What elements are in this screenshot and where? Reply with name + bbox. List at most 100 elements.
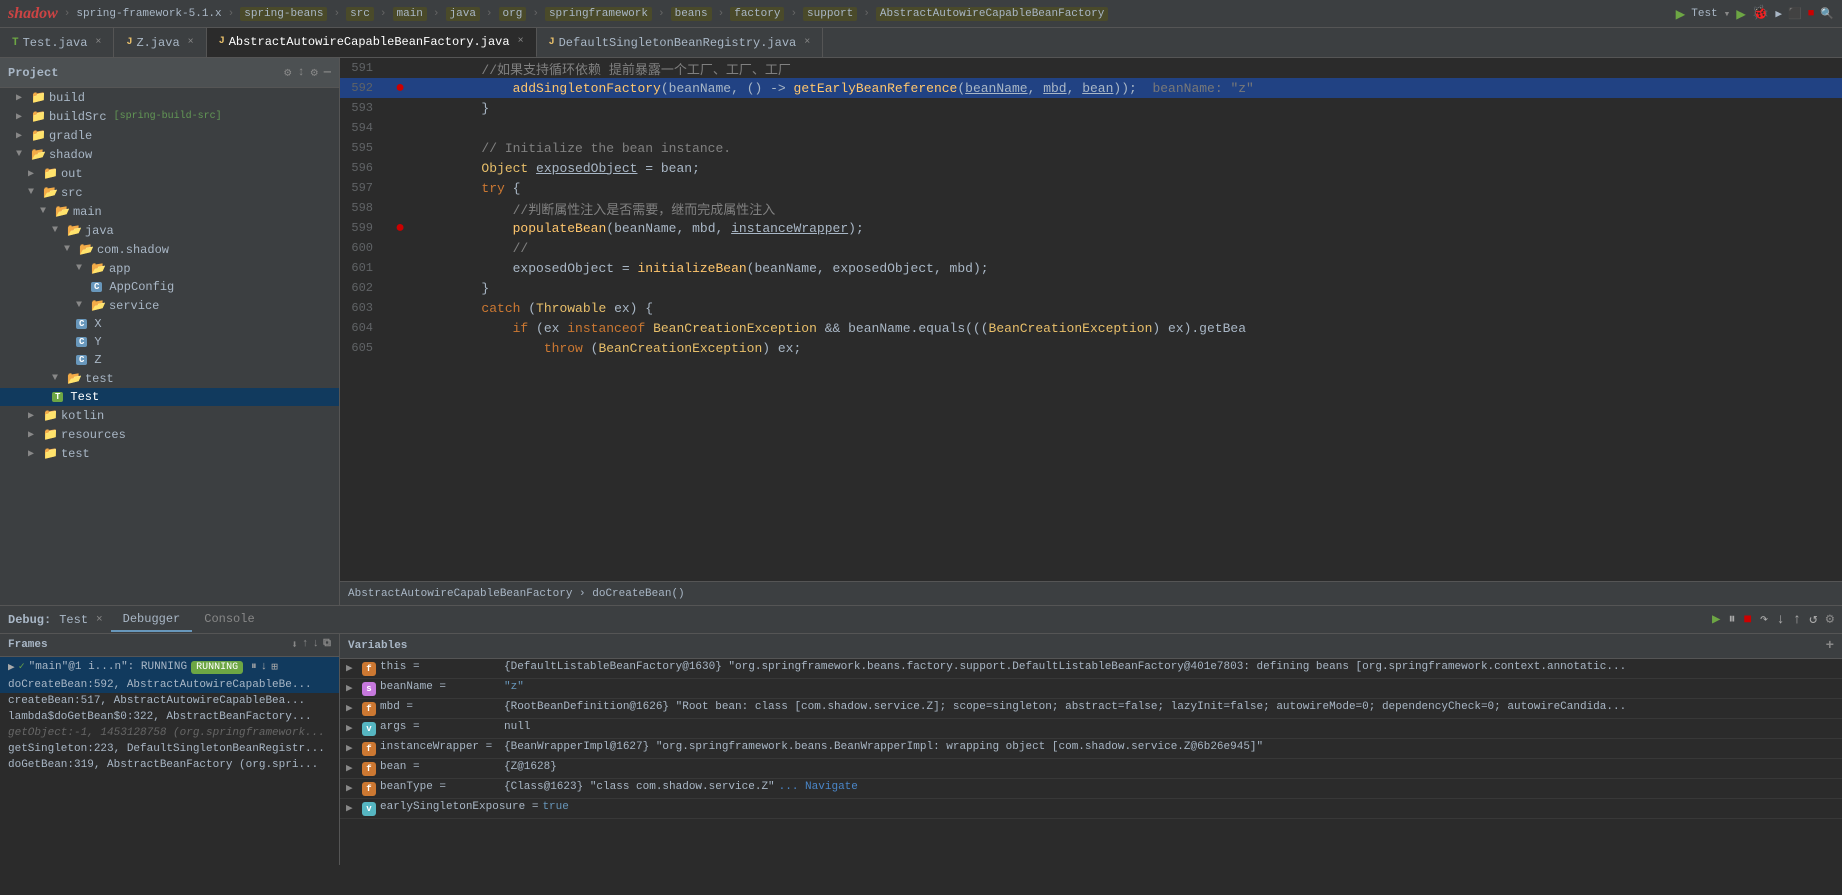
bc-java[interactable]: java <box>446 7 480 21</box>
sidebar-item-buildSrc[interactable]: ▶ 📁 buildSrc [spring-build-src] <box>0 107 339 126</box>
sidebar-item-Test[interactable]: T Test <box>0 388 339 406</box>
frame-item-3[interactable]: getObject:-1, 1453128758 (org.springfram… <box>0 725 339 741</box>
var-val-mbd: {RootBeanDefinition@1626} "Root bean: cl… <box>504 701 1836 713</box>
debug-resume-icon[interactable]: ▶ <box>1712 611 1720 628</box>
frame-item-2[interactable]: lambda$doGetBean$0:322, AbstractBeanFact… <box>0 709 339 725</box>
coverage-button[interactable]: ▶ <box>1775 7 1782 21</box>
tab-abstract-factory[interactable]: J AbstractAutowireCapableBeanFactory.jav… <box>207 28 537 58</box>
sidebar-item-com-shadow[interactable]: ▼ 📂 com.shadow <box>0 240 339 259</box>
bc-org[interactable]: org <box>499 7 527 21</box>
sidebar-item-src[interactable]: ▼ 📂 src <box>0 183 339 202</box>
expand-beanName[interactable]: ▶ <box>346 681 358 695</box>
debug-step-over-icon[interactable]: ↷ <box>1760 611 1768 628</box>
folder-icon-com-shadow: 📂 <box>79 242 94 257</box>
debug-session-name[interactable]: Test <box>59 613 88 627</box>
expand-beanType[interactable]: ▶ <box>346 781 358 795</box>
bc-src[interactable]: src <box>346 7 374 21</box>
tab-close-abstract[interactable]: × <box>518 36 524 47</box>
frame-item-1[interactable]: createBean:517, AbstractAutowireCapableB… <box>0 693 339 709</box>
expand-mbd[interactable]: ▶ <box>346 701 358 715</box>
debug-settings-icon[interactable]: ⚙ <box>1826 611 1834 628</box>
navigate-beanType[interactable]: ... Navigate <box>779 781 858 793</box>
bc-spring-beans[interactable]: spring-beans <box>240 7 327 21</box>
sidebar-item-shadow[interactable]: ▼ 📂 shadow <box>0 145 339 164</box>
sidebar-minimize-icon[interactable]: — <box>324 65 331 80</box>
tab-default-singleton[interactable]: J DefaultSingletonBeanRegistry.java × <box>537 28 824 58</box>
sidebar-item-service[interactable]: ▼ 📂 service <box>0 296 339 315</box>
debug-run-button[interactable]: ▶ <box>1736 4 1746 24</box>
sidebar-item-X[interactable]: C X <box>0 315 339 333</box>
line-content-600: // <box>415 241 1842 256</box>
sidebar-item-build[interactable]: ▶ 📁 build <box>0 88 339 107</box>
frames-down-icon[interactable]: ↓ <box>313 638 320 652</box>
sidebar-item-kotlin[interactable]: ▶ 📁 kotlin <box>0 406 339 425</box>
sidebar-item-gradle[interactable]: ▶ 📁 gradle <box>0 126 339 145</box>
tab-close-test[interactable]: × <box>95 37 101 48</box>
bc-springframework[interactable]: springframework <box>545 7 652 21</box>
debug-thread-main[interactable]: ▶ ✓ "main"@1 i...n": RUNNING RUNNING ⏸ ↓… <box>0 657 339 677</box>
sidebar-item-Z[interactable]: C Z <box>0 351 339 369</box>
folder-icon-build: 📁 <box>31 90 46 105</box>
arrow-gradle: ▶ <box>16 130 28 142</box>
debug-step-out-icon[interactable]: ↑ <box>1793 612 1801 628</box>
frame-item-0[interactable]: doCreateBean:592, AbstractAutowireCapabl… <box>0 677 339 693</box>
debug-tab-debugger[interactable]: Debugger <box>111 608 193 632</box>
profile-button[interactable]: ⬛ <box>1788 7 1802 21</box>
code-line-597: 597 try { <box>340 178 1842 198</box>
tab-z-java[interactable]: J Z.java × <box>114 28 206 58</box>
bc-class[interactable]: AbstractAutowireCapableBeanFactory <box>876 7 1108 21</box>
debug-rerun-icon[interactable]: ↺ <box>1809 611 1817 628</box>
run-button[interactable]: ▶ <box>1676 4 1686 24</box>
bc-support[interactable]: support <box>803 7 857 21</box>
expand-this[interactable]: ▶ <box>346 661 358 675</box>
frame-item-5[interactable]: doGetBean:319, AbstractBeanFactory (org.… <box>0 757 339 773</box>
debug-title-label: Debug: <box>8 613 51 627</box>
expand-bean[interactable]: ▶ <box>346 761 358 775</box>
sidebar-item-Y[interactable]: C Y <box>0 333 339 351</box>
sidebar-item-test2[interactable]: ▶ 📁 test <box>0 444 339 463</box>
expand-instanceWrapper[interactable]: ▶ <box>346 741 358 755</box>
debug-pause-icon[interactable]: ⏸ <box>1728 612 1735 628</box>
bc-project[interactable]: spring-framework-5.1.x <box>76 8 221 20</box>
tab-close-singleton[interactable]: × <box>804 37 810 48</box>
expand-earlySingletonExposure[interactable]: ▶ <box>346 801 358 815</box>
debug-button[interactable]: 🐞 <box>1752 5 1769 22</box>
tab-icon-test: T <box>12 37 19 49</box>
tab-close-z[interactable]: × <box>188 37 194 48</box>
expand-args[interactable]: ▶ <box>346 721 358 735</box>
breakpoint-592[interactable]: ● <box>395 79 405 97</box>
debug-session-close[interactable]: × <box>96 614 103 626</box>
sidebar-item-out[interactable]: ▶ 📁 out <box>0 164 339 183</box>
stop-button[interactable]: ■ <box>1808 8 1815 20</box>
frame-item-4[interactable]: getSingleton:223, DefaultSingletonBeanRe… <box>0 741 339 757</box>
debug-step-into-icon[interactable]: ↓ <box>1776 612 1784 628</box>
search-button[interactable]: 🔍 <box>1820 7 1834 21</box>
thread-pause-btn[interactable]: ⏸ <box>251 661 257 673</box>
debug-stop-icon[interactable]: ■ <box>1743 612 1751 628</box>
breakpoint-599[interactable]: ● <box>395 219 405 237</box>
frames-filter-icon[interactable]: ⬇ <box>291 638 298 652</box>
sidebar-item-main[interactable]: ▼ 📂 main <box>0 202 339 221</box>
code-area[interactable]: 591 //如果支持循环依赖 提前暴露一个工厂、工厂、工厂 592 ● addS… <box>340 58 1842 581</box>
frames-up-icon[interactable]: ↑ <box>302 638 309 652</box>
thread-down-btn[interactable]: ↓ <box>261 661 268 673</box>
line-content-596: Object exposedObject = bean; <box>415 161 1842 176</box>
sidebar-label-buildSrc: buildSrc <box>49 110 107 124</box>
bc-factory[interactable]: factory <box>730 7 784 21</box>
sidebar-item-app[interactable]: ▼ 📂 app <box>0 259 339 278</box>
sidebar-item-resources[interactable]: ▶ 📁 resources <box>0 425 339 444</box>
sidebar-settings-icon[interactable]: ⚙ <box>311 65 318 80</box>
sidebar-item-java[interactable]: ▼ 📂 java <box>0 221 339 240</box>
vars-add-btn[interactable]: + <box>1826 638 1834 654</box>
debug-tab-console[interactable]: Console <box>192 608 266 632</box>
sidebar-collapse-icon[interactable]: ↕ <box>297 65 304 80</box>
bc-beans[interactable]: beans <box>671 7 712 21</box>
frames-copy-icon[interactable]: ⧉ <box>323 638 331 652</box>
sidebar-item-test[interactable]: ▼ 📂 test <box>0 369 339 388</box>
bc-main[interactable]: main <box>393 7 427 21</box>
thread-filter-btn[interactable]: ⊞ <box>271 660 278 674</box>
sidebar-item-AppConfig[interactable]: C AppConfig <box>0 278 339 296</box>
run-config-dropdown[interactable]: ▾ <box>1724 7 1731 21</box>
tab-test-java[interactable]: T Test.java × <box>0 28 114 58</box>
sidebar-gear-icon[interactable]: ⚙ <box>284 65 291 80</box>
